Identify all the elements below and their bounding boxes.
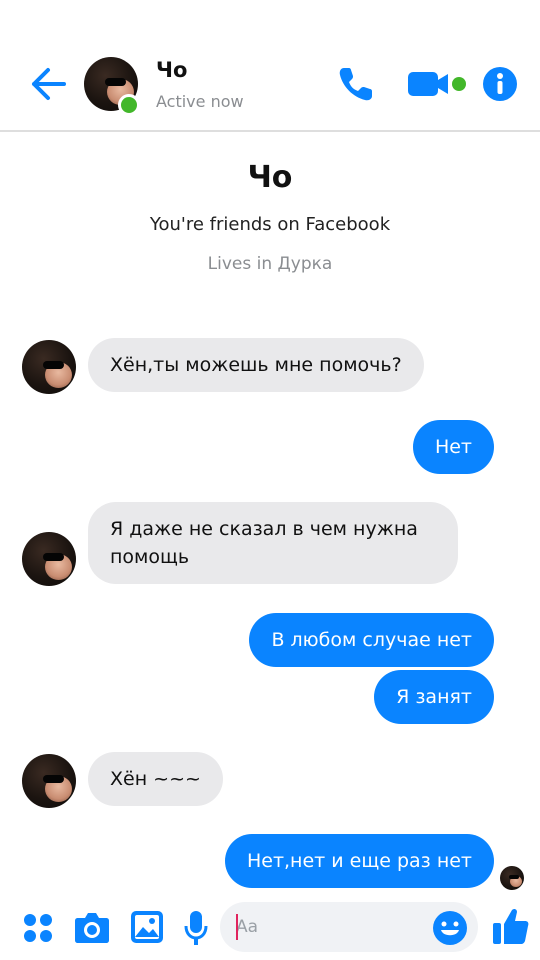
seen-receipt-avatar bbox=[500, 866, 524, 890]
contact-name[interactable]: Чо bbox=[156, 58, 187, 82]
chat-header: Чо Active now bbox=[0, 0, 540, 132]
video-online-dot bbox=[452, 77, 466, 91]
intro-contact-name: Чо bbox=[247, 160, 293, 195]
menu-grid-icon[interactable] bbox=[22, 912, 54, 944]
back-arrow-icon[interactable] bbox=[28, 66, 68, 102]
phone-icon[interactable] bbox=[336, 64, 376, 104]
text-caret bbox=[236, 914, 238, 940]
message-bubble-outgoing[interactable]: Нет bbox=[412, 420, 494, 474]
message-bubble-incoming[interactable]: Хён ~~~ bbox=[88, 752, 223, 806]
online-status-dot bbox=[118, 94, 140, 116]
emoji-icon[interactable] bbox=[432, 910, 468, 946]
message-avatar bbox=[22, 340, 76, 394]
video-camera-icon[interactable] bbox=[406, 68, 454, 100]
camera-icon[interactable] bbox=[74, 910, 110, 944]
info-icon[interactable] bbox=[482, 66, 518, 102]
message-bubble-outgoing[interactable]: В любом случае нет bbox=[249, 613, 494, 667]
message-bubble-outgoing[interactable]: Я занят bbox=[374, 670, 494, 724]
message-avatar bbox=[22, 754, 76, 808]
message-avatar bbox=[22, 532, 76, 586]
intro-lives-text: Lives in Дурка bbox=[207, 254, 333, 274]
microphone-icon[interactable] bbox=[184, 910, 208, 946]
gallery-icon[interactable] bbox=[130, 910, 164, 944]
message-bubble-incoming[interactable]: Я даже не сказал в чем нужна помощь bbox=[88, 502, 458, 584]
message-bubble-incoming[interactable]: Хён,ты можешь мне помочь? bbox=[88, 338, 424, 392]
contact-status: Active now bbox=[156, 92, 244, 111]
thumbs-up-icon[interactable] bbox=[492, 906, 530, 946]
intro-friends-text: You're friends on Facebook bbox=[149, 214, 391, 235]
message-bubble-outgoing[interactable]: Нет,нет и еще раз нет bbox=[224, 834, 494, 888]
